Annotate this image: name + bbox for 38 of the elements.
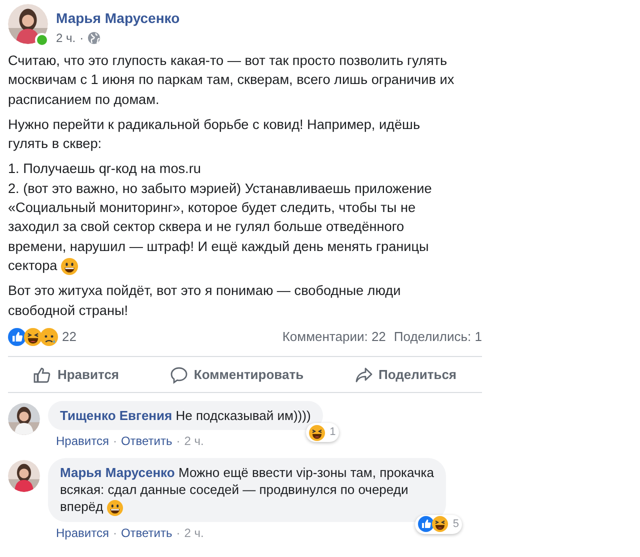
comment-time[interactable]: 2 ч.: [184, 524, 204, 542]
globe-icon: [88, 32, 100, 44]
post-paragraph: Нужно перейти к радикальной борьбе с ковид! Например, идёшь гулять в сквер:: [8, 116, 422, 154]
reply-link[interactable]: Ответить: [120, 432, 172, 450]
like-link[interactable]: Нравится: [56, 432, 109, 450]
reaction-count: 1: [330, 425, 336, 440]
comment-action-button[interactable]: Комментировать: [162, 358, 312, 390]
shares-count[interactable]: Поделились: 1: [394, 327, 482, 347]
post-time[interactable]: 2 ч.: [56, 29, 76, 47]
separator-dot: ·: [112, 524, 117, 542]
laughing-emoji-icon: [432, 516, 448, 532]
comment-time[interactable]: 2 ч.: [184, 432, 204, 450]
laughing-emoji-icon: [24, 328, 42, 346]
share-arrow-icon: [354, 366, 372, 384]
thumbs-up-icon: [33, 366, 52, 384]
like-action-button[interactable]: Нравится: [25, 358, 128, 390]
comment-text: Тищенко Евгения Не подсказывай им)))): [60, 407, 311, 424]
like-icon: [8, 328, 26, 346]
separator-dot: ·: [176, 524, 180, 542]
post-paragraph: Вот это житуха пойдёт, вот это я понимаю — свободные люди свободной страны!: [8, 282, 402, 320]
separator-dot: ·: [80, 30, 84, 47]
separator-dot: ·: [176, 433, 180, 450]
comment-text: Марья Марусенко Можно ещё ввести vip-зоны там, прокачка всякая: сдал данные соседей — продвинулся по очереди вперёд: [60, 464, 434, 516]
author-name[interactable]: Марья Марусенко: [56, 8, 180, 29]
grinning-emoji-icon: [61, 258, 78, 275]
crying-emoji-icon: [40, 328, 58, 346]
separator-dot: ·: [112, 433, 117, 450]
grinning-emoji-icon: [106, 500, 123, 516]
speech-bubble-icon: [170, 366, 188, 384]
reaction-count[interactable]: 22: [62, 327, 76, 347]
share-action-button[interactable]: Поделиться: [346, 358, 465, 390]
like-link[interactable]: Нравится: [56, 524, 109, 542]
comments-count[interactable]: Комментарии: 22: [282, 327, 386, 347]
post-paragraph: Считаю, что это глупость какая-то — вот так просто позволить гулять москвичам с 1 июня по паркам там, скверам, всего лишь ограничив их расписанием по домам.: [8, 52, 456, 109]
reply-link[interactable]: Ответить: [120, 524, 172, 542]
reaction-count: 5: [452, 516, 459, 532]
post-paragraph: 1. Получаешь qr-код на mos.ru 2. (вот это важно, но забыто мэрией) Устанавливаешь приложение «Социальный мониторинг», которое будет следить, чтобы ты не заходил за свой сектор сквера и не гулял больше отведённого времени, нарушил — штраф! И ещё каждый день менять границы сектора: [8, 160, 433, 276]
laughing-emoji-icon: [308, 424, 325, 441]
